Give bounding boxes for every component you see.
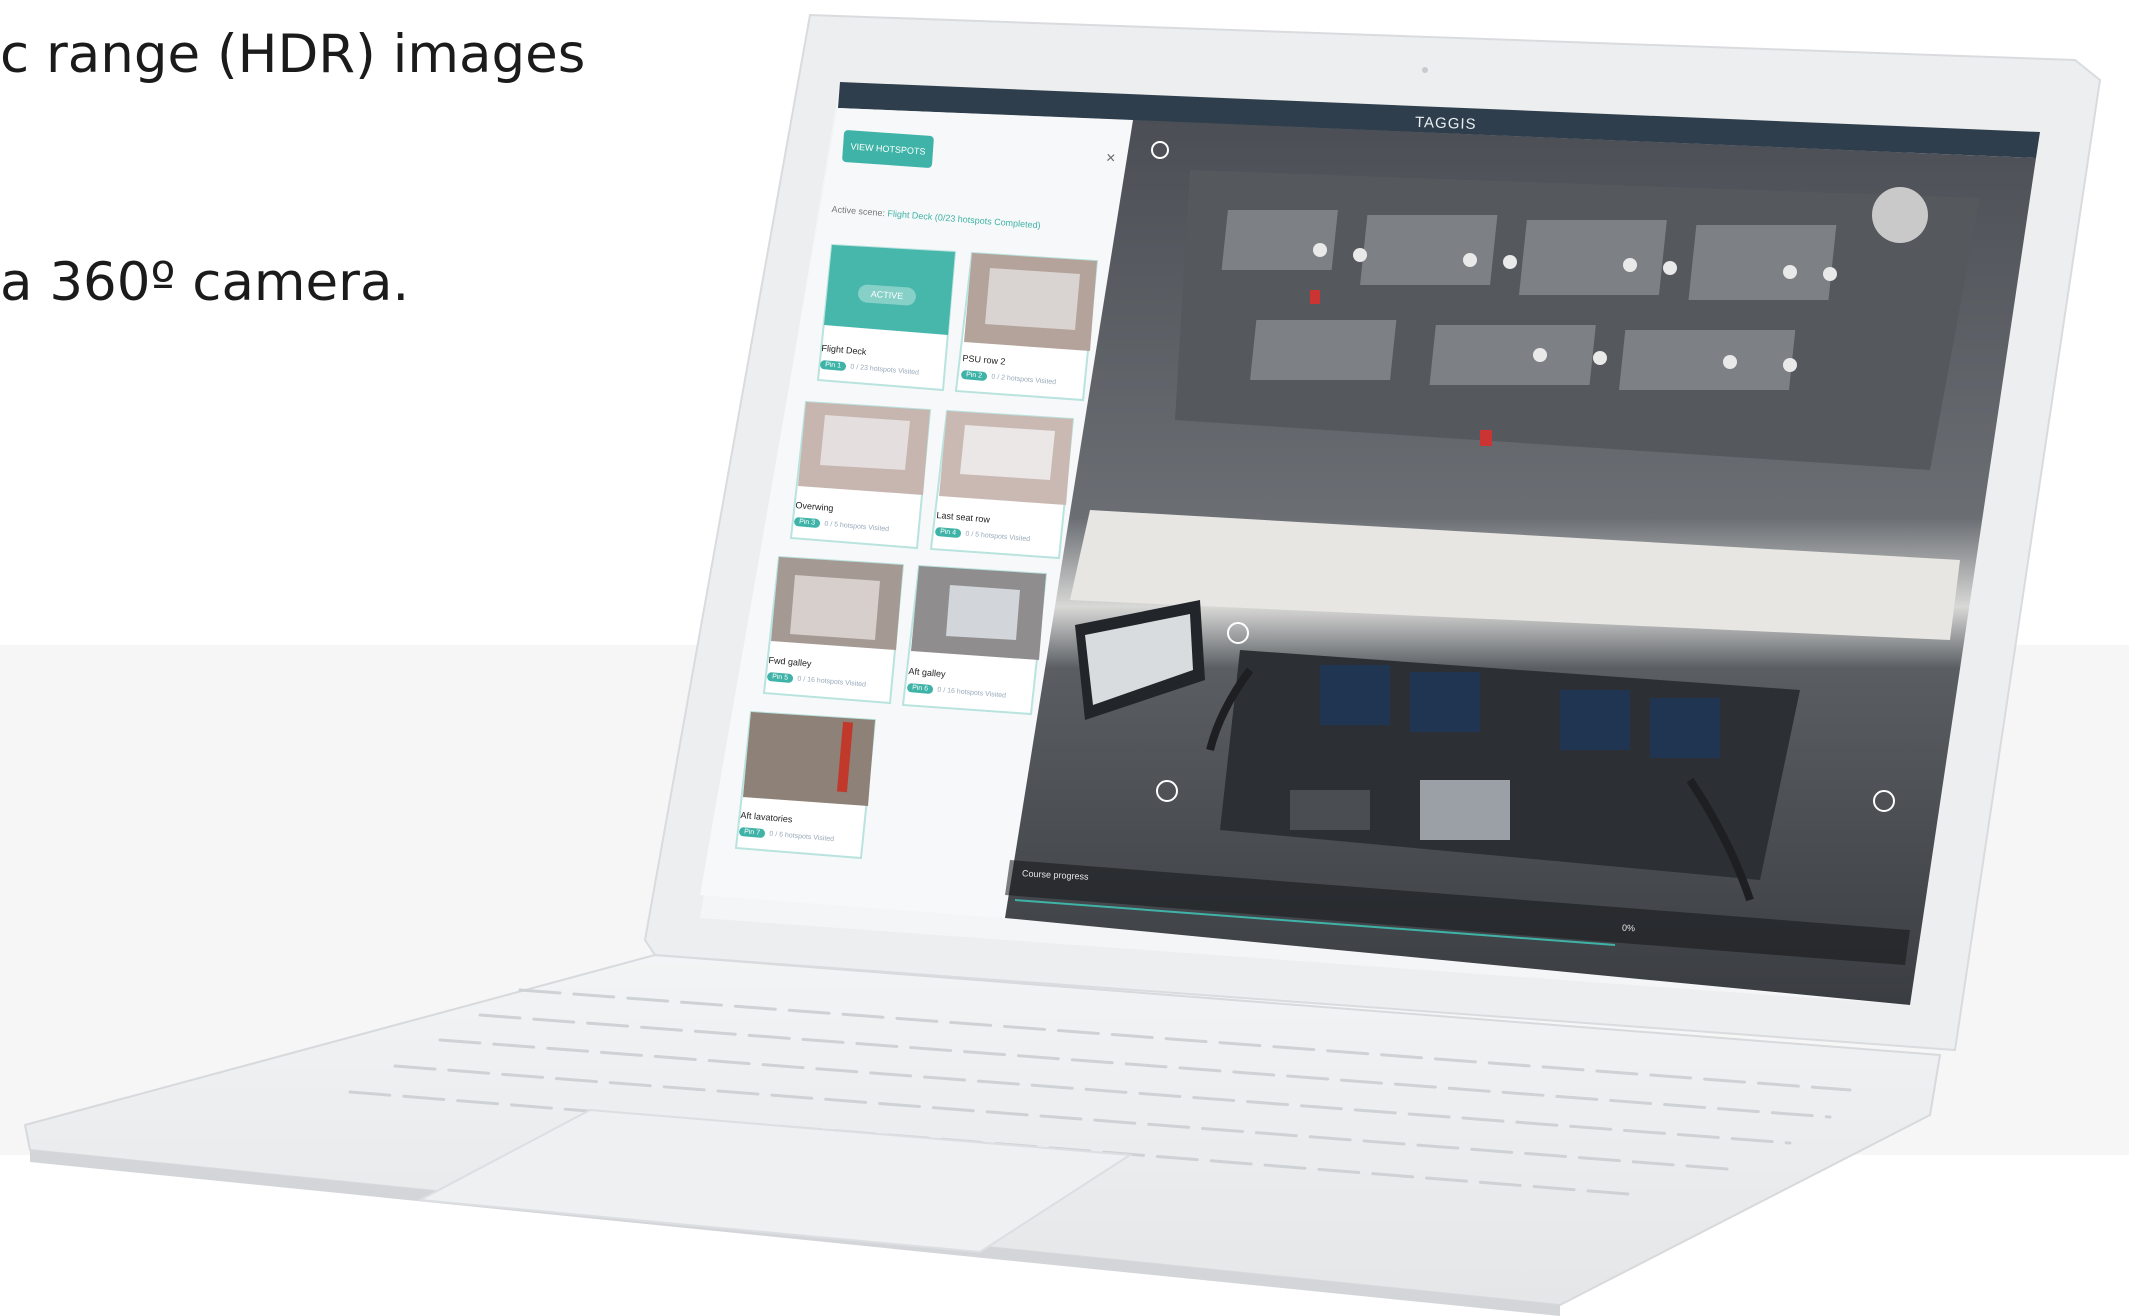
scene-visited: 0 / 2 hotspots Visited [991,373,1057,387]
scene-visited: 0 / 5 hotspots Visited [965,530,1031,544]
screen [700,82,2040,1005]
course-progress-percent: 0% [1621,922,1636,934]
scene-pin-badge: Pin 2 [960,369,988,382]
scene-visited: 0 / 5 hotspots Visited [824,520,890,534]
scene-pin-badge: Pin 4 [934,526,962,539]
laptop [23,13,2102,1316]
scene-pin-badge: Pin 5 [766,671,794,684]
overhead-panel [1175,170,1980,470]
scene-pin-badge: Pin 3 [793,516,821,529]
scene-visited: 0 / 6 hotspots Visited [769,830,835,844]
scene-pin-badge: Pin 7 [738,826,766,839]
scene-pin-badge: Pin 6 [906,682,934,695]
view-hotspots-button[interactable]: VIEW HOTSPOTS [841,129,935,169]
taggis-logo: TAGGIS [1414,113,1477,134]
scene-pin-badge: Pin 1 [819,359,847,372]
close-icon[interactable]: × [1105,150,1116,169]
